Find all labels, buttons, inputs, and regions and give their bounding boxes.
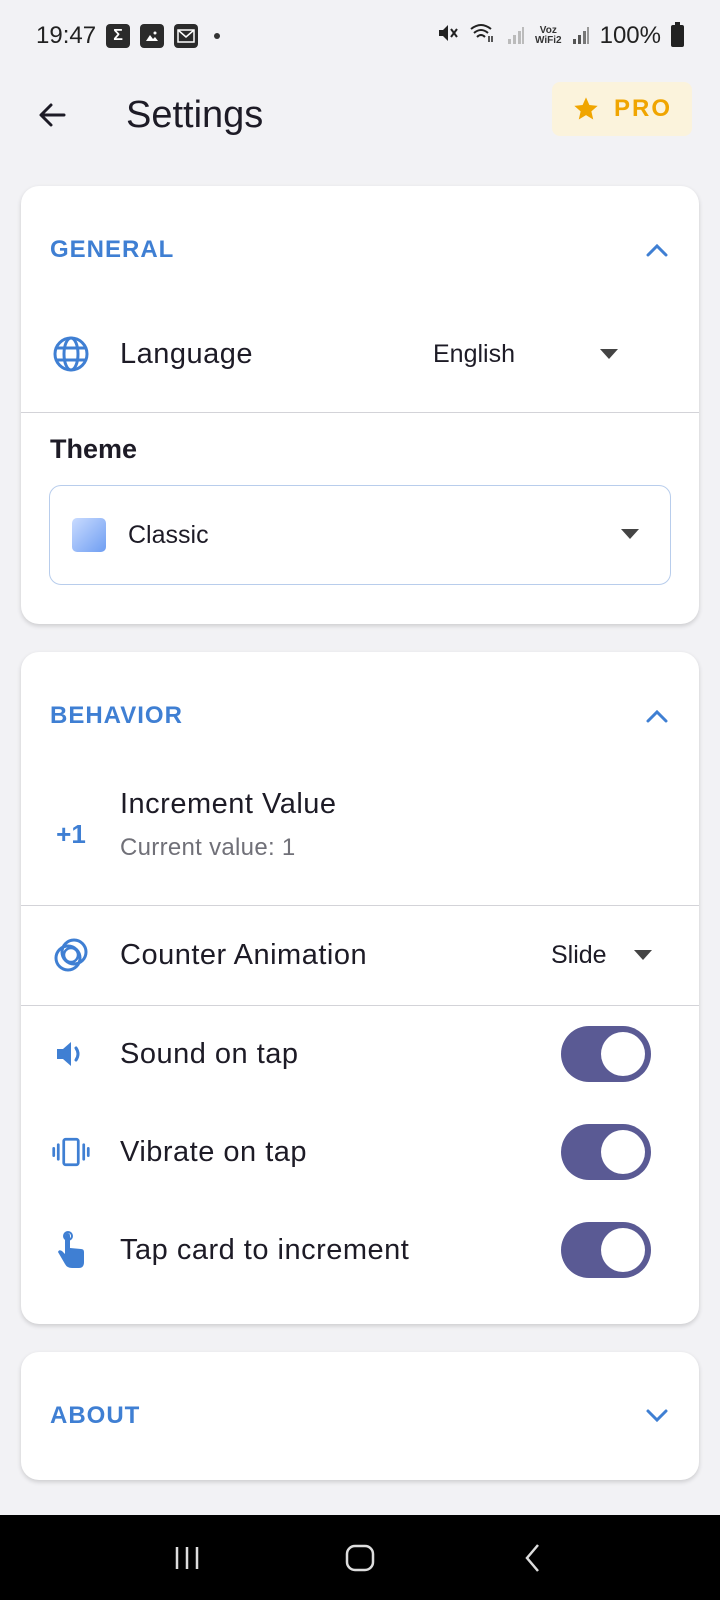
counter-animation-row[interactable]: Counter Animation Slide: [21, 905, 699, 1005]
back-icon: [525, 1543, 540, 1572]
wifi-calling-icon: [469, 22, 497, 51]
theme-swatch: [72, 518, 106, 552]
caret-down-icon: [633, 950, 652, 960]
sound-label: Sound on tap: [120, 1037, 299, 1070]
behavior-title: BEHAVIOR: [50, 702, 183, 729]
tap-card-row: Tap card to increment: [21, 1201, 699, 1299]
animation-icon: [51, 935, 91, 975]
theme-select[interactable]: Classic: [49, 485, 671, 585]
vibrate-label: Vibrate on tap: [120, 1135, 308, 1168]
caret-down-icon: [621, 529, 639, 539]
increment-sublabel: Current value: 1: [120, 834, 296, 861]
toggle-knob: [601, 1032, 645, 1076]
vibrate-row: Vibrate on tap: [21, 1103, 699, 1201]
animation-value: Slide: [551, 940, 607, 969]
vibrate-icon: [51, 1132, 91, 1172]
email-icon: [174, 24, 199, 48]
status-bar: 19:47 Σ Voz WiFi2 100%: [0, 0, 720, 72]
behavior-header[interactable]: BEHAVIOR: [21, 686, 699, 746]
language-value: English: [433, 339, 515, 368]
system-back-button[interactable]: [503, 1528, 563, 1588]
animation-label: Counter Animation: [120, 938, 368, 971]
home-button[interactable]: [330, 1528, 390, 1588]
status-left: 19:47 Σ: [36, 22, 221, 50]
about-card: ABOUT: [21, 1352, 699, 1480]
chevron-up-icon: [646, 243, 668, 257]
chevron-up-icon: [646, 709, 668, 723]
theme-label: Theme: [50, 434, 138, 464]
increment-value-row[interactable]: +1 Increment Value Current value: 1: [21, 782, 699, 892]
toggle-knob: [601, 1228, 645, 1272]
star-icon: [574, 97, 598, 120]
chevron-down-icon: [646, 1409, 668, 1423]
sound-toggle[interactable]: [561, 1026, 651, 1082]
signal-icon-2: [572, 25, 590, 48]
speaker-icon: [51, 1034, 91, 1074]
pro-label: PRO: [613, 95, 672, 122]
mute-icon: [437, 22, 459, 51]
language-select[interactable]: English: [433, 340, 619, 369]
behavior-card: BEHAVIOR +1 Increment Value Current valu…: [21, 652, 699, 1324]
about-header[interactable]: ABOUT: [21, 1386, 699, 1446]
battery-icon: [671, 22, 684, 47]
toggle-knob: [601, 1130, 645, 1174]
recent-apps-button[interactable]: [157, 1528, 217, 1588]
more-notifications-dot: [214, 33, 221, 39]
image-icon: [140, 24, 165, 48]
language-row[interactable]: Language English: [21, 322, 699, 386]
caret-down-icon: [600, 349, 618, 359]
divider: [21, 412, 699, 413]
voz-wifi-label: Voz WiFi2: [535, 25, 562, 46]
sigma-icon: Σ: [106, 24, 131, 48]
touch-icon: [51, 1230, 91, 1270]
pro-button[interactable]: PRO: [552, 82, 692, 136]
signal-icon: [507, 25, 525, 48]
tap-card-label: Tap card to increment: [120, 1233, 410, 1266]
tap-card-toggle[interactable]: [561, 1222, 651, 1278]
general-title: GENERAL: [50, 236, 175, 263]
system-nav-bar: [0, 1515, 720, 1600]
arrow-left-icon: [39, 103, 66, 127]
home-icon: [345, 1544, 375, 1571]
page-title: Settings: [126, 93, 264, 136]
status-time: 19:47: [36, 22, 97, 49]
globe-icon: [51, 334, 91, 374]
language-label: Language: [120, 337, 254, 370]
general-header[interactable]: GENERAL: [21, 220, 699, 280]
theme-value: Classic: [128, 520, 209, 549]
increment-label: Increment Value: [120, 788, 337, 820]
battery-percent: 100%: [599, 22, 661, 49]
back-button[interactable]: [28, 91, 76, 139]
app-bar: Settings PRO: [0, 72, 720, 158]
plus-one-icon: +1: [56, 818, 86, 849]
status-right: Voz WiFi2 100%: [437, 22, 684, 51]
vibrate-toggle[interactable]: [561, 1124, 651, 1180]
recent-apps-icon: [175, 1546, 198, 1569]
sound-row: Sound on tap: [21, 1005, 699, 1103]
general-card: GENERAL Language English Theme Classic: [21, 186, 699, 624]
about-title: ABOUT: [50, 1402, 141, 1429]
animation-select[interactable]: Slide: [551, 941, 653, 970]
